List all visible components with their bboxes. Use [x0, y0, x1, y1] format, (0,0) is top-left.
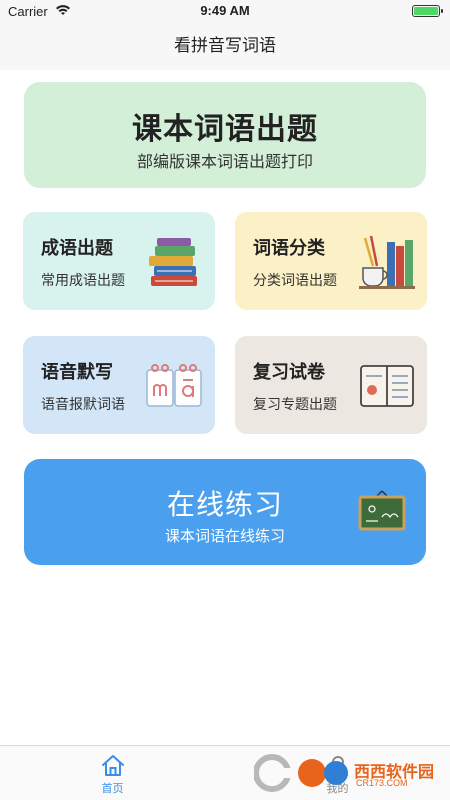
voice-dictation-tile[interactable]: 语音默写 语音报默词语 [23, 336, 215, 434]
navigation-bar: 看拼音写词语 [0, 22, 450, 70]
tile-title: 成语出题 [41, 238, 113, 259]
page-title: 看拼音写词语 [174, 36, 276, 56]
clock: 9:49 AM [200, 3, 250, 18]
tab-home-label: 首页 [101, 782, 124, 795]
watermark-subtext: CR173.COM [356, 778, 408, 788]
textbook-words-subtitle: 部编版课本词语出题打印 [136, 152, 313, 171]
tile-subtitle: 分类词语出题 [253, 273, 337, 289]
status-bar: Carrier 9:49 AM [0, 0, 450, 22]
home-icon [102, 755, 124, 776]
watermark-logo: 西西软件园 CR173.COM [254, 752, 440, 794]
tile-title: 词语分类 [253, 238, 325, 259]
word-category-tile[interactable]: 词语分类 分类词语出题 [235, 212, 427, 310]
review-paper-tile[interactable]: 复习试卷 复习专题出题 [235, 336, 427, 434]
pinyin-cards-icon [146, 364, 202, 407]
books-coffee-icon [359, 235, 415, 289]
tile-title: 语音默写 [41, 362, 113, 383]
battery-icon [412, 5, 443, 17]
tile-subtitle: 常用成语出题 [41, 273, 125, 289]
notebook-icon [360, 365, 414, 407]
chalkboard-icon [358, 490, 406, 531]
tile-title: 复习试卷 [253, 362, 325, 383]
online-practice-card[interactable]: 在线练习 课本词语在线练习 [24, 459, 426, 565]
textbook-words-card[interactable]: 课本词语出题 部编版课本词语出题打印 [24, 82, 426, 188]
idiom-quiz-tile[interactable]: 成语出题 常用成语出题 [23, 212, 215, 310]
tile-subtitle: 复习专题出题 [253, 397, 337, 413]
tab-home[interactable]: 首页 [0, 746, 225, 800]
watermark-emblem-icon [254, 754, 348, 792]
books-stack-icon [149, 238, 197, 286]
tile-subtitle: 语音报默词语 [41, 397, 125, 413]
textbook-words-title: 课本词语出题 [132, 112, 318, 147]
